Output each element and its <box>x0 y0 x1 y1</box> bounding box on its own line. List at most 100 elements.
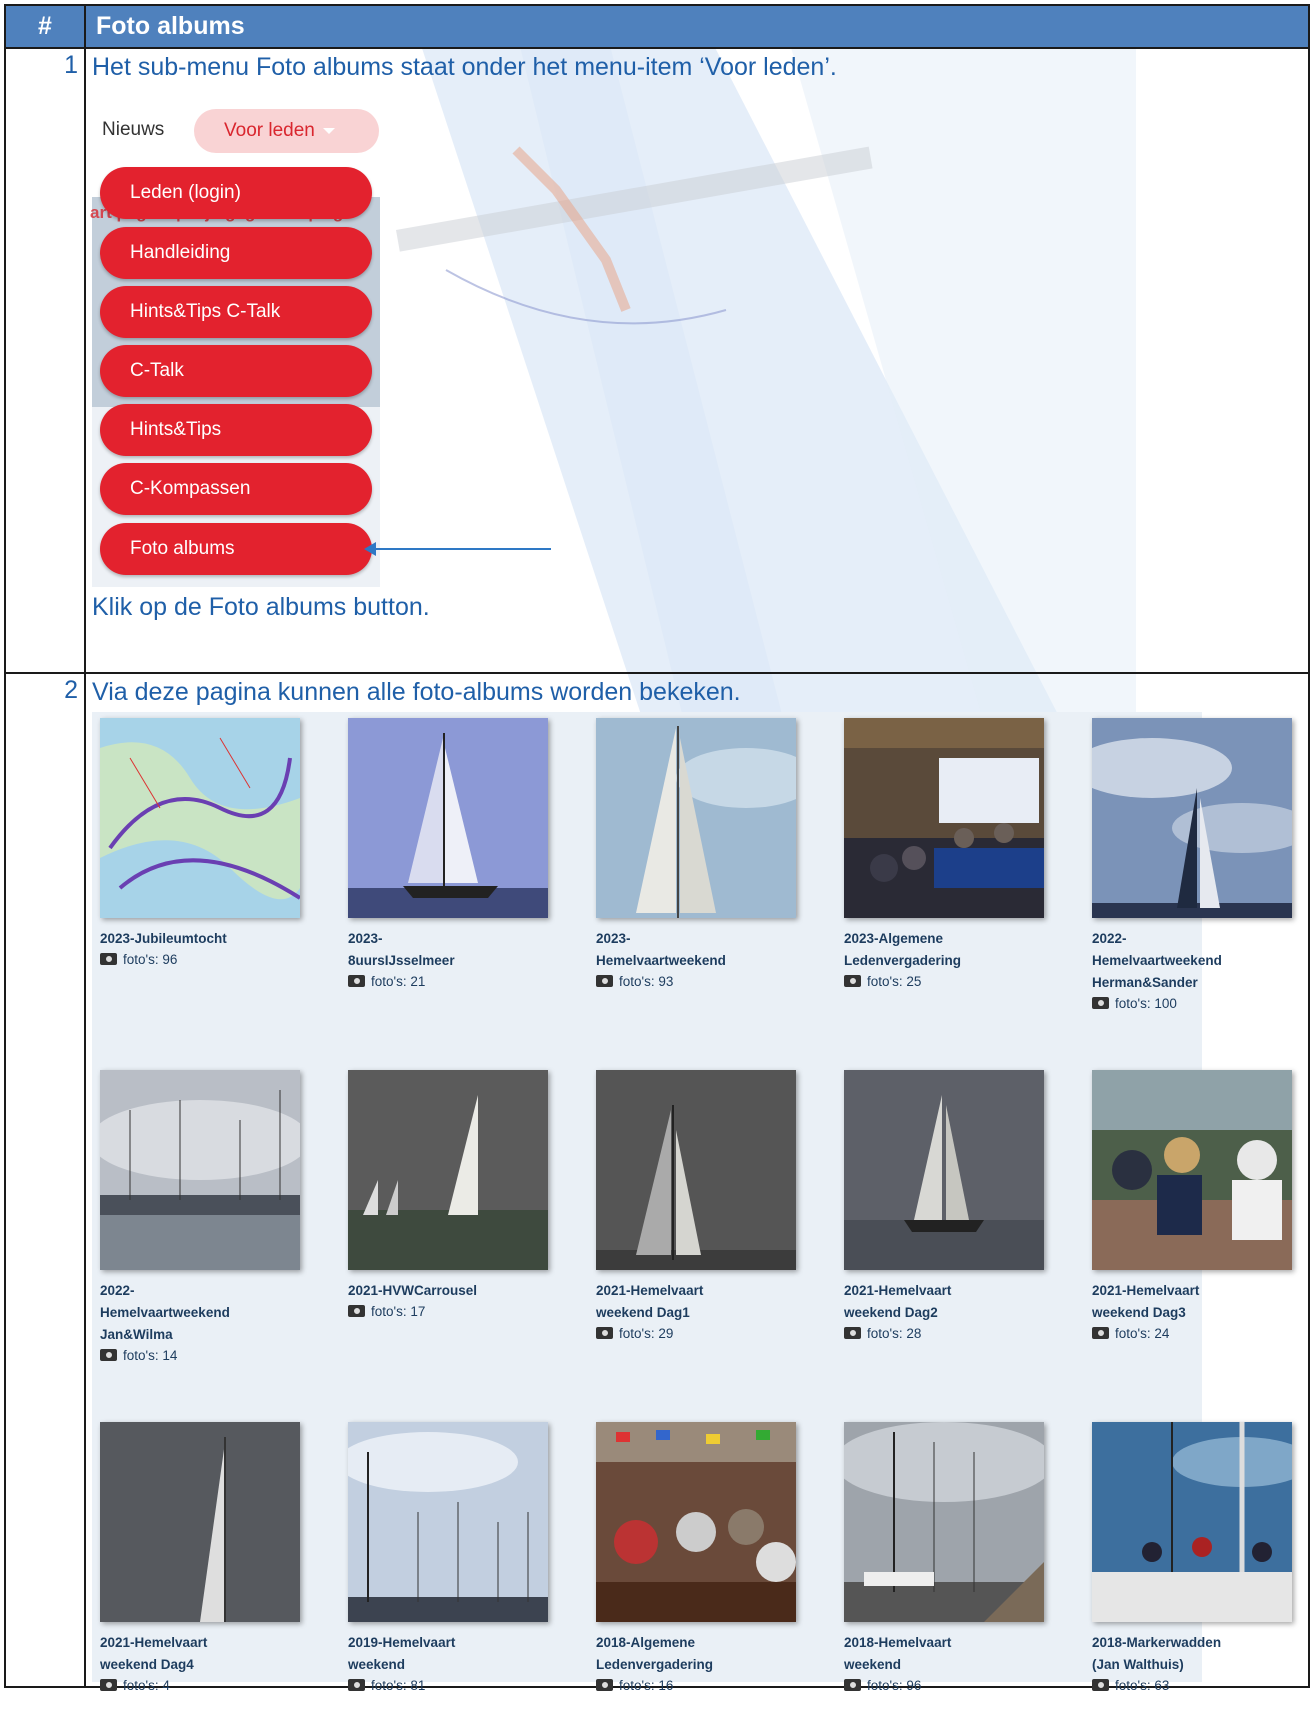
album-thumbnail[interactable] <box>844 1070 1044 1270</box>
album-count: foto's: 16 <box>596 1676 796 1696</box>
camera-icon <box>596 975 613 987</box>
chevron-down-icon <box>322 127 335 134</box>
header-number: # <box>4 4 86 49</box>
album-thumbnail[interactable] <box>844 1422 1044 1622</box>
menu-item-hints-tips[interactable]: Hints&Tips <box>100 404 372 456</box>
album-thumbnail[interactable] <box>596 1422 796 1622</box>
camera-icon <box>844 975 861 987</box>
album-title[interactable]: 2018-Markerwadden (Jan Walthuis) <box>1092 1632 1292 1676</box>
album-thumbnail[interactable] <box>844 718 1044 918</box>
menu-item-foto-albums[interactable]: Foto albums <box>100 523 372 575</box>
album-thumbnail[interactable] <box>100 1422 300 1622</box>
album-count-text: foto's: 14 <box>123 1348 178 1363</box>
album-count-text: foto's: 24 <box>1115 1326 1170 1341</box>
step-1-intro: Het sub-menu Foto albums staat onder het… <box>92 53 837 81</box>
album-card[interactable]: 2018-Algemene Ledenvergadering foto's: 1… <box>596 1422 796 1696</box>
nav-voor-leden-label: Voor leden <box>224 120 315 141</box>
album-title[interactable]: 2018-Algemene Ledenvergadering <box>596 1632 796 1676</box>
camera-icon <box>596 1327 613 1339</box>
camera-icon <box>348 1679 365 1691</box>
album-count: foto's: 28 <box>844 1324 1044 1344</box>
header-title: Foto albums <box>84 4 1310 49</box>
album-count-text: foto's: 63 <box>1115 1678 1170 1693</box>
album-title[interactable]: 2023- 8uursIJsselmeer <box>348 928 548 972</box>
camera-icon <box>596 1679 613 1691</box>
album-card[interactable]: 2021-HVWCarrousel foto's: 17 <box>348 1070 548 1322</box>
album-title[interactable]: 2022- Hemelvaartweekend Herman&Sander <box>1092 928 1292 994</box>
album-card[interactable]: 2018-Markerwadden (Jan Walthuis) foto's:… <box>1092 1422 1292 1696</box>
album-count: foto's: 81 <box>348 1676 548 1696</box>
camera-icon <box>844 1679 861 1691</box>
album-card[interactable]: 2021-Hemelvaart weekend Dag4 foto's: 4 <box>100 1422 300 1696</box>
album-thumbnail[interactable] <box>348 1422 548 1622</box>
album-card[interactable]: 2023-Algemene Ledenvergadering foto's: 2… <box>844 718 1044 992</box>
album-card[interactable]: 2019-Hemelvaart weekend foto's: 81 <box>348 1422 548 1696</box>
album-thumbnail[interactable] <box>348 718 548 918</box>
album-card[interactable]: 2022- Hemelvaartweekend Jan&Wilma foto's… <box>100 1070 300 1366</box>
album-thumbnail[interactable] <box>1092 718 1292 918</box>
album-title[interactable]: 2021-Hemelvaart weekend Dag4 <box>100 1632 300 1676</box>
album-count: foto's: 93 <box>596 972 796 992</box>
album-card[interactable]: 2021-Hemelvaart weekend Dag2 foto's: 28 <box>844 1070 1044 1344</box>
album-card[interactable]: 2021-Hemelvaart weekend Dag1 foto's: 29 <box>596 1070 796 1344</box>
album-title[interactable]: 2021-Hemelvaart weekend Dag3 <box>1092 1280 1292 1324</box>
album-title[interactable]: 2022- Hemelvaartweekend Jan&Wilma <box>100 1280 300 1346</box>
camera-icon <box>844 1327 861 1339</box>
album-title[interactable]: 2021-Hemelvaart weekend Dag2 <box>844 1280 1044 1324</box>
album-count: foto's: 96 <box>100 950 300 970</box>
album-count: foto's: 63 <box>1092 1676 1292 1696</box>
album-count-text: foto's: 81 <box>371 1678 426 1693</box>
step-number-1: 1 <box>4 47 86 674</box>
album-thumbnail[interactable] <box>100 1070 300 1270</box>
album-count: foto's: 14 <box>100 1346 300 1366</box>
menu-item-leden-login[interactable]: Leden (login) <box>100 167 372 219</box>
album-card[interactable]: 2023-Jubileumtocht foto's: 96 <box>100 718 300 970</box>
album-count: foto's: 24 <box>1092 1324 1292 1344</box>
photo-album-gallery: 2023-Jubileumtocht foto's: 96 2023- 8uur… <box>92 712 1292 1693</box>
album-count: foto's: 21 <box>348 972 548 992</box>
camera-icon <box>348 975 365 987</box>
album-thumbnail[interactable] <box>1092 1422 1292 1622</box>
album-count-text: foto's: 96 <box>123 952 178 967</box>
album-thumbnail[interactable] <box>100 718 300 918</box>
album-count: foto's: 29 <box>596 1324 796 1344</box>
album-count: foto's: 17 <box>348 1302 548 1322</box>
step-1-content: Het sub-menu Foto albums staat onder het… <box>84 47 1310 674</box>
menu-item-c-talk[interactable]: C-Talk <box>100 345 372 397</box>
album-title[interactable]: 2023-Algemene Ledenvergadering <box>844 928 1044 972</box>
album-card[interactable]: 2018-Hemelvaart weekend foto's: 96 <box>844 1422 1044 1696</box>
step-2-intro: Via deze pagina kunnen alle foto-albums … <box>92 678 741 706</box>
album-thumbnail[interactable] <box>596 1070 796 1270</box>
menu-item-hints-tips-c-talk[interactable]: Hints&Tips C-Talk <box>100 286 372 338</box>
pointer-arrow-icon <box>364 542 551 556</box>
album-title[interactable]: 2023- Hemelvaartweekend <box>596 928 796 972</box>
album-title[interactable]: 2023-Jubileumtocht <box>100 928 300 950</box>
camera-icon <box>348 1305 365 1317</box>
camera-icon <box>100 953 117 965</box>
nav-voor-leden[interactable]: Voor leden <box>194 109 379 153</box>
album-thumbnail[interactable] <box>348 1070 548 1270</box>
nav-nieuws[interactable]: Nieuws <box>102 119 164 141</box>
camera-icon <box>100 1349 117 1361</box>
album-card[interactable]: 2023- Hemelvaartweekend foto's: 93 <box>596 718 796 992</box>
album-title[interactable]: 2019-Hemelvaart weekend <box>348 1632 548 1676</box>
album-count: foto's: 4 <box>100 1676 300 1696</box>
album-card[interactable]: 2023- 8uursIJsselmeer foto's: 21 <box>348 718 548 992</box>
camera-icon <box>1092 997 1109 1009</box>
album-title[interactable]: 2021-HVWCarrousel <box>348 1280 548 1302</box>
album-count: foto's: 100 <box>1092 994 1292 1014</box>
step-1-instruction: Klik op de Foto albums button. <box>92 593 430 621</box>
album-count-text: foto's: 96 <box>867 1678 922 1693</box>
album-card[interactable]: 2022- Hemelvaartweekend Herman&Sander fo… <box>1092 718 1292 1014</box>
menu-item-c-kompassen[interactable]: C-Kompassen <box>100 463 372 515</box>
menu-item-handleiding[interactable]: Handleiding <box>100 227 372 279</box>
camera-icon <box>1092 1327 1109 1339</box>
album-thumbnail[interactable] <box>596 718 796 918</box>
album-card[interactable]: 2021-Hemelvaart weekend Dag3 foto's: 24 <box>1092 1070 1292 1344</box>
album-title[interactable]: 2021-Hemelvaart weekend Dag1 <box>596 1280 796 1324</box>
album-title[interactable]: 2018-Hemelvaart weekend <box>844 1632 1044 1676</box>
album-thumbnail[interactable] <box>1092 1070 1292 1270</box>
album-count-text: foto's: 21 <box>371 974 426 989</box>
album-count-text: foto's: 17 <box>371 1304 426 1319</box>
step-number-2: 2 <box>4 672 86 1688</box>
